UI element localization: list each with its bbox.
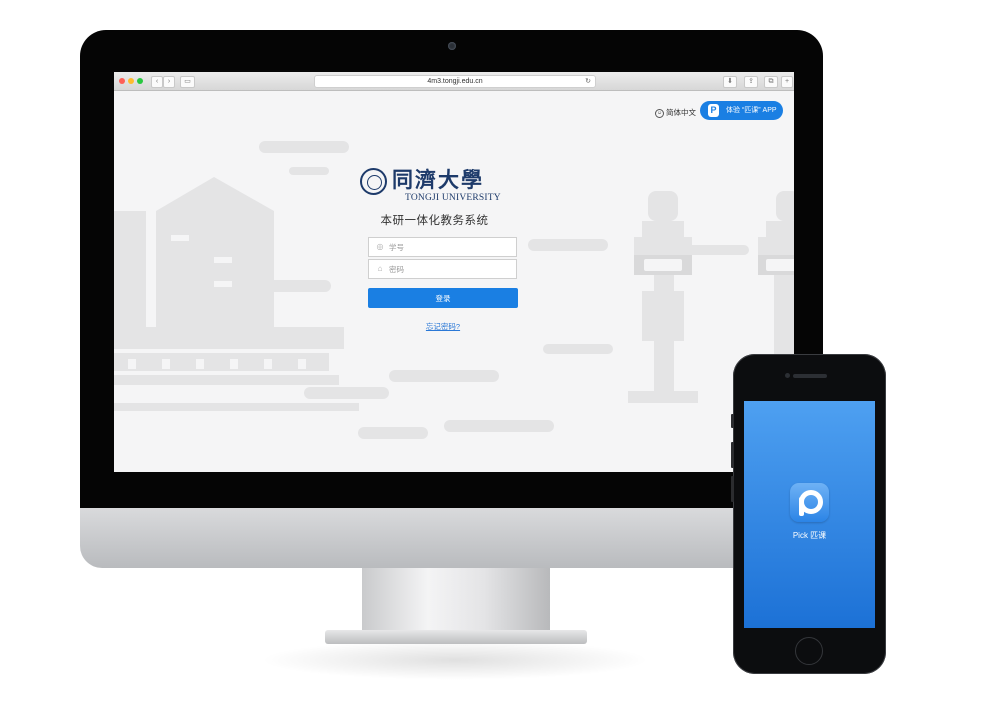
pick-app-icon[interactable]: [790, 483, 829, 522]
student-id-input[interactable]: [389, 238, 509, 256]
phone-screen: Pick 匹课: [744, 401, 875, 628]
forward-icon[interactable]: ›: [163, 76, 175, 88]
reload-icon[interactable]: ↻: [585, 76, 591, 87]
campus-background-illustration: [114, 141, 794, 439]
minimize-window-button[interactable]: [128, 78, 134, 84]
login-page: ☺ 简体中文 P 体验 “匹课” APP 同濟大學 TONGJI UNIVERSI…: [114, 91, 794, 472]
imac-stand-base: [325, 630, 587, 644]
browser-toolbar: ‹ › ▭ 4m3.tongji.edu.cn ↻ ⬇ ⇪ ⧉ +: [114, 72, 794, 91]
system-title: 本研一体化教务系统: [380, 215, 489, 227]
password-input[interactable]: [389, 260, 509, 278]
university-seal-icon: [360, 168, 387, 195]
sidebar-icon[interactable]: ▭: [180, 76, 195, 88]
phone-device: Pick 匹课: [731, 354, 886, 674]
volume-up-button: [731, 442, 734, 468]
logo-english-name: TONGJI UNIVERSITY: [405, 193, 501, 203]
download-icon[interactable]: ⬇: [723, 76, 737, 88]
imac-screen: ‹ › ▭ 4m3.tongji.edu.cn ↻ ⬇ ⇪ ⧉ + ☺ 简体中文…: [114, 72, 794, 472]
home-button: [795, 637, 823, 665]
globe-icon: ☺: [655, 108, 664, 118]
language-switch[interactable]: ☺ 简体中文: [655, 107, 696, 118]
login-button[interactable]: 登录: [368, 288, 518, 308]
user-icon: ◎: [376, 242, 384, 251]
imac-camera: [448, 42, 456, 50]
imac-stand: [362, 568, 550, 636]
earpiece-speaker: [793, 374, 827, 378]
student-id-field[interactable]: ◎: [368, 237, 517, 257]
app-promo-label: 体验 “匹课” APP: [726, 107, 777, 114]
mute-switch: [731, 414, 734, 428]
share-icon[interactable]: ⇪: [744, 76, 758, 88]
password-field[interactable]: ⌂: [368, 259, 517, 279]
volume-down-button: [731, 476, 734, 502]
back-icon[interactable]: ‹: [151, 76, 163, 88]
close-window-button[interactable]: [119, 78, 125, 84]
language-label: 简体中文: [666, 108, 696, 117]
app-name-label: Pick 匹课: [792, 531, 827, 540]
university-logo: 同濟大學 TONGJI UNIVERSITY: [360, 166, 510, 206]
front-camera: [785, 373, 790, 378]
logo-chinese-name: 同濟大學: [392, 167, 484, 192]
stand-shadow: [260, 640, 650, 680]
lock-icon: ⌂: [377, 264, 383, 273]
pick-app-icon: P: [708, 104, 719, 117]
tabs-icon[interactable]: ⧉: [764, 76, 778, 88]
maximize-window-button[interactable]: [137, 78, 143, 84]
new-tab-icon[interactable]: +: [781, 76, 793, 88]
imac-chin: [80, 508, 823, 568]
forgot-password-link[interactable]: 忘记密码?: [368, 321, 518, 332]
app-promo-button[interactable]: P 体验 “匹课” APP: [700, 101, 783, 120]
address-bar[interactable]: 4m3.tongji.edu.cn ↻: [314, 75, 596, 88]
address-bar-url: 4m3.tongji.edu.cn: [427, 78, 483, 85]
